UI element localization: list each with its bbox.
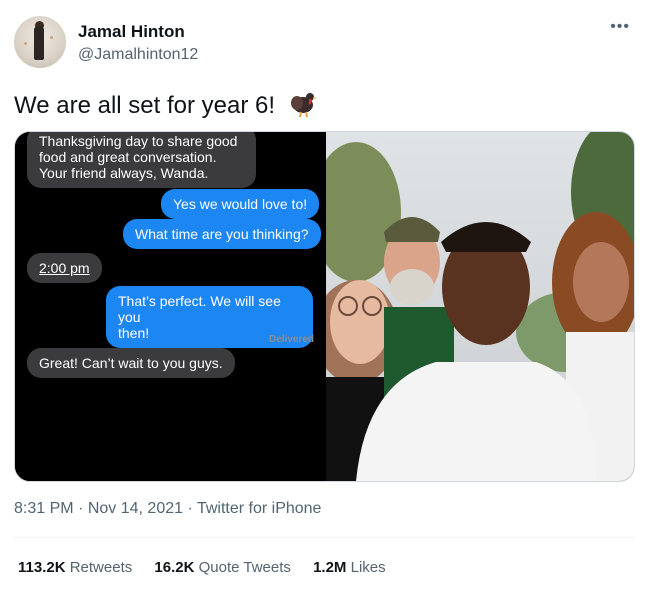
- message-bubble-incoming: 2:00 pm: [27, 253, 102, 283]
- avatar[interactable]: [14, 16, 66, 68]
- tweet-text: We are all set for year 6!: [14, 88, 318, 125]
- quote-tweets-count: 16.2K: [154, 559, 195, 576]
- likes-count: 1.2M: [313, 559, 347, 576]
- quote-tweets-stat[interactable]: 16.2K Quote Tweets: [154, 559, 295, 576]
- engagement-stats: 113.2K Retweets 16.2K Quote Tweets 1.2M …: [18, 559, 404, 576]
- message-bubble-outgoing: What time are you thinking?: [123, 219, 321, 249]
- tweet-text-content: We are all set for year 6!: [14, 91, 275, 119]
- delivered-status: Delivered: [269, 334, 315, 345]
- author-handle[interactable]: @Jamalhinton12: [78, 46, 198, 64]
- likes-stat[interactable]: 1.2M Likes: [313, 559, 386, 576]
- selfie-photo[interactable]: [326, 132, 634, 481]
- imessage-screenshot[interactable]: Thanksgiving day to share good food and …: [15, 132, 323, 481]
- avatar-decoration: [50, 36, 53, 39]
- tweet-source[interactable]: Twitter for iPhone: [197, 500, 322, 517]
- quote-tweets-label: Quote Tweets: [198, 559, 291, 576]
- tweet-timestamp: 8:31 PM · Nov 14, 2021 · Twitter for iPh…: [14, 500, 321, 518]
- message-bubble-incoming: Great! Can’t wait to you guys.: [27, 348, 235, 378]
- separator-dot: ·: [187, 500, 197, 517]
- tweet-date[interactable]: Nov 14, 2021: [88, 500, 183, 517]
- tweet-media[interactable]: Thanksgiving day to share good food and …: [14, 131, 635, 482]
- selfie-photo-illustration: [326, 132, 634, 481]
- likes-label: Likes: [350, 559, 386, 576]
- message-bubble-incoming: Thanksgiving day to share good food and …: [27, 132, 256, 188]
- divider: [14, 537, 634, 538]
- separator-dot: ·: [78, 500, 88, 517]
- message-bubble-outgoing: Yes we would love to!: [161, 189, 320, 219]
- retweets-label: Retweets: [69, 559, 133, 576]
- tweet-header: Jamal Hinton @Jamalhinton12 •••: [14, 14, 634, 70]
- retweets-count: 113.2K: [18, 559, 66, 576]
- avatar-person-body: [34, 26, 44, 60]
- more-horizontal-icon[interactable]: •••: [610, 18, 630, 36]
- author-name[interactable]: Jamal Hinton: [78, 22, 185, 42]
- turkey-emoji-icon: [288, 88, 318, 125]
- tweet-time[interactable]: 8:31 PM: [14, 500, 74, 517]
- avatar-decoration: [24, 42, 27, 45]
- retweets-stat[interactable]: 113.2K Retweets: [18, 559, 136, 576]
